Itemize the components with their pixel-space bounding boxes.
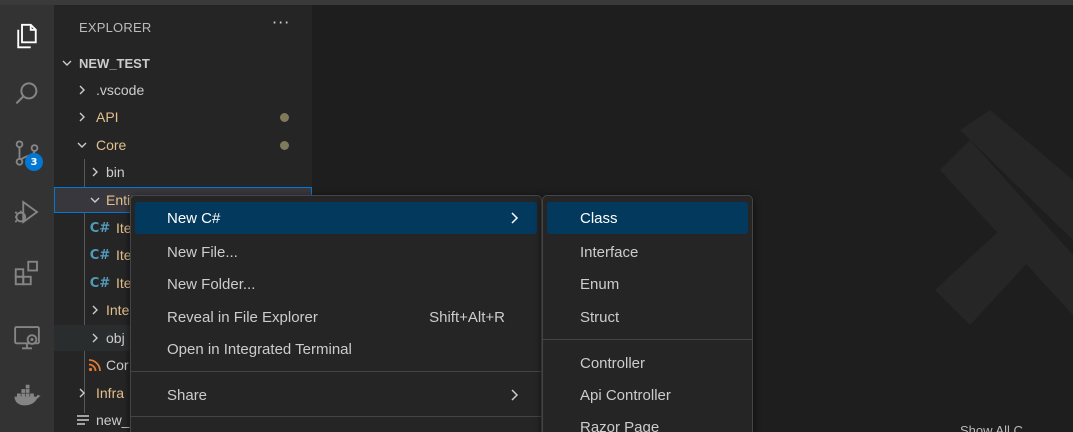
- rss-file-icon: [88, 359, 101, 372]
- menu-item-label: Interface: [580, 243, 639, 261]
- chevron-down-icon: [60, 56, 74, 70]
- tree-item-label: Inte: [106, 302, 130, 318]
- tree-item-label: Core: [96, 137, 127, 153]
- csharp-file-icon: C#: [89, 220, 111, 236]
- menu-separator: [131, 371, 541, 372]
- csharp-file-icon: C#: [89, 247, 111, 263]
- file-lines-icon: [77, 415, 89, 425]
- csharp-file-icon: C#: [89, 275, 111, 291]
- menu-item-share[interactable]: Share: [135, 379, 537, 411]
- chevron-right-icon: [511, 212, 519, 224]
- tree-item-label: Infra: [96, 385, 125, 401]
- menu-item-shortcut: Shift+Alt+R: [429, 308, 505, 326]
- context-menu: New C# New File... New Folder... Reveal …: [130, 195, 542, 432]
- menu-item-label: New File...: [167, 243, 238, 261]
- menu-item-label: Api Controller: [580, 386, 671, 404]
- chevron-right-icon: [88, 165, 102, 179]
- chevron-down-icon: [75, 138, 89, 152]
- menu-item-label: Controller: [580, 354, 646, 372]
- tree-item-label: bin: [106, 164, 125, 180]
- submenu-item-class[interactable]: Class: [547, 202, 748, 234]
- modified-dot: [280, 141, 289, 150]
- submenu-item-interface[interactable]: Interface: [547, 236, 748, 268]
- tree-item-label: API: [96, 109, 119, 125]
- menu-separator: [131, 416, 541, 417]
- menu-item-label: Open in Integrated Terminal: [167, 340, 352, 358]
- submenu-item-enum[interactable]: Enum: [547, 268, 748, 300]
- tree-item-label: obj: [106, 330, 125, 346]
- submenu-item-api-controller[interactable]: Api Controller: [547, 379, 748, 411]
- menu-item-new-file[interactable]: New File...: [135, 236, 537, 268]
- menu-item-label: Class: [580, 209, 618, 227]
- more-actions-icon[interactable]: ···: [272, 13, 290, 32]
- tree-item-label: NEW_TEST: [79, 55, 150, 71]
- menu-item-new-csharp[interactable]: New C#: [135, 202, 537, 234]
- explorer-title: EXPLORER: [79, 20, 152, 35]
- chevron-right-icon: [75, 386, 89, 400]
- menu-item-label: Enum: [580, 275, 620, 293]
- chevron-right-icon: [75, 83, 89, 97]
- tree-item-folder[interactable]: API: [54, 104, 312, 130]
- new-csharp-submenu: Class Interface Enum Struct Controller A…: [542, 195, 753, 432]
- chevron-right-icon: [88, 331, 102, 345]
- menu-item-new-folder[interactable]: New Folder...: [135, 268, 537, 300]
- tree-item-folder[interactable]: Core: [54, 132, 312, 158]
- tree-item-label: new_: [96, 412, 130, 428]
- explorer-icon[interactable]: [0, 11, 54, 61]
- tree-item-folder[interactable]: .vscode: [54, 77, 312, 103]
- submenu-item-razor-page[interactable]: Razor Page: [547, 411, 748, 432]
- chevron-right-icon: [511, 389, 519, 401]
- tree-item-label: Cor: [106, 357, 129, 373]
- menu-item-reveal-explorer[interactable]: Reveal in File Explorer Shift+Alt+R: [135, 301, 537, 333]
- remote-explorer-icon[interactable]: [0, 312, 54, 362]
- docker-icon[interactable]: [0, 371, 54, 421]
- submenu-item-controller[interactable]: Controller: [547, 347, 748, 379]
- menu-item-label: Reveal in File Explorer: [167, 308, 318, 326]
- menu-item-label: Struct: [580, 308, 620, 326]
- tree-item-root[interactable]: NEW_TEST: [54, 50, 312, 76]
- menu-item-label: New Folder...: [167, 275, 256, 293]
- submenu-item-struct[interactable]: Struct: [547, 301, 748, 333]
- activity-bar: 3: [0, 5, 54, 432]
- search-icon[interactable]: [0, 69, 54, 119]
- menu-item-label: Razor Page: [580, 418, 660, 432]
- watermark-hint-text: Show All C: [960, 423, 1023, 432]
- vscode-watermark-logo: [935, 110, 1073, 325]
- menu-item-open-terminal[interactable]: Open in Integrated Terminal: [135, 333, 537, 365]
- modified-dot: [280, 113, 289, 122]
- chevron-right-icon: [88, 303, 102, 317]
- tree-item-label: .vscode: [96, 82, 145, 98]
- tree-item-folder[interactable]: bin: [54, 159, 312, 185]
- menu-separator: [543, 339, 752, 340]
- run-debug-icon[interactable]: [0, 187, 54, 237]
- source-control-badge: 3: [25, 153, 43, 171]
- extensions-icon[interactable]: [0, 248, 54, 298]
- chevron-right-icon: [75, 110, 89, 124]
- source-control-icon[interactable]: 3: [0, 128, 54, 178]
- menu-item-label: Share: [167, 386, 208, 404]
- chevron-down-icon: [88, 193, 102, 207]
- menu-item-label: New C#: [167, 209, 221, 227]
